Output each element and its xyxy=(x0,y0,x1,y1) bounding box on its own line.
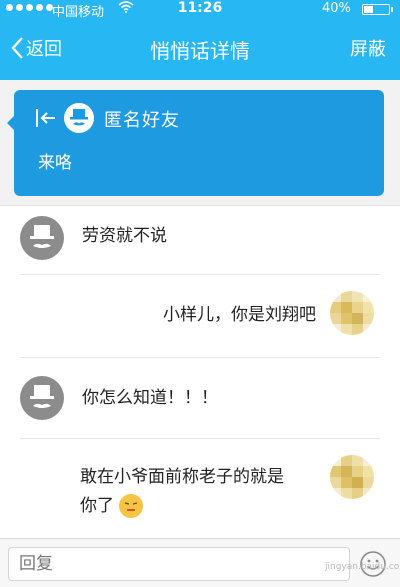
anonymous-avatar xyxy=(20,216,64,260)
top-bar: 中国移动 11:26 40% 返回 悄悄话详情 屏蔽 xyxy=(0,0,400,80)
message-line: 你了 xyxy=(80,496,114,516)
hat-mustache-icon xyxy=(70,109,88,126)
message-text: 你怎么知道！！！ xyxy=(82,388,218,408)
battery-fill xyxy=(364,6,374,13)
message-text: 敢在小爷面前称老子的就是 你了 xyxy=(80,465,320,519)
list-item: 小样儿，你是刘翔吧 xyxy=(0,275,400,357)
message-text: 小样儿，你是刘翔吧 xyxy=(163,305,316,325)
status-bar: 中国移动 11:26 40% xyxy=(0,0,400,20)
card-message: 来咯 xyxy=(38,153,72,173)
user-avatar-blurred xyxy=(330,455,374,499)
anonymous-avatar xyxy=(64,103,94,133)
anonymous-avatar xyxy=(20,376,64,420)
hat-mustache-icon xyxy=(30,225,54,248)
sender-name: 匿名好友 xyxy=(104,110,180,131)
block-button[interactable]: 屏蔽 xyxy=(350,35,386,61)
emoji-icon xyxy=(119,494,144,518)
hat-mustache-icon xyxy=(30,385,54,408)
message-card: 匿名好友 来咯 xyxy=(7,90,384,196)
user-avatar-blurred xyxy=(330,291,374,335)
list-item: 你怎么知道！！！ xyxy=(0,358,400,438)
page-title: 悄悄话详情 xyxy=(150,39,250,63)
battery-percentage: 40% xyxy=(322,1,351,16)
list-item: 敢在小爷面前称老子的就是 你了 xyxy=(0,439,400,539)
exit-icon[interactable] xyxy=(34,106,58,130)
battery-icon xyxy=(362,4,393,15)
watermark: jingyan.baidu.com xyxy=(325,562,400,572)
message-text: 劳资就不说 xyxy=(82,226,167,246)
message-list[interactable]: 劳资就不说 小样儿，你是刘翔吧 你怎么知道！！！ 敢在小爷面前称老子的就是 你了 xyxy=(0,205,400,538)
list-item: 劳资就不说 xyxy=(0,206,400,274)
message-line: 敢在小爷面前称老子的就是 xyxy=(80,467,284,487)
reply-input[interactable] xyxy=(8,547,350,581)
